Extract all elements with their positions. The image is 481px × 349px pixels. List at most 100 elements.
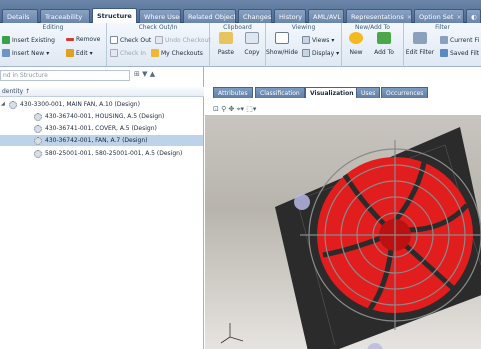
tab-history[interactable]: History — [274, 9, 306, 23]
subtab-attributes[interactable]: Attributes — [213, 87, 253, 98]
tab-details[interactable]: Details — [2, 9, 38, 23]
close-icon[interactable]: × — [407, 13, 411, 21]
tab-strip: Details Traceability Structure Where Use… — [0, 0, 481, 23]
paste-button[interactable]: Paste — [216, 32, 236, 56]
current-filter-button[interactable]: Current Fi — [440, 36, 479, 44]
show-hide-button[interactable]: Show/Hide — [266, 32, 298, 56]
tab-label: Traceability — [45, 13, 83, 21]
detail-pane: Attributes Classification Visualization … — [205, 67, 481, 349]
edit-button[interactable]: Edit ▾ — [66, 49, 93, 57]
3d-viewer[interactable] — [205, 115, 481, 349]
part-gear-icon — [34, 149, 42, 158]
tab-label: AML/AVL — [313, 13, 341, 21]
add-to-icon — [377, 32, 391, 44]
button-label: Views — [312, 36, 330, 44]
chevron-down-icon: ▾ — [336, 49, 340, 57]
button-label: Paste — [217, 49, 235, 56]
editing-group: Editing Insert Existing Remove Insert Ne… — [0, 23, 107, 67]
tab-aml-avl[interactable]: AML/AVL — [308, 9, 344, 23]
new-button[interactable]: New — [346, 32, 366, 56]
structure-search-input[interactable]: nd in Structure — [0, 70, 130, 81]
tab-structure[interactable]: Structure — [92, 8, 137, 23]
tree-node-label: 430-36740-001, HOUSING, A.5 (Design) — [45, 113, 165, 120]
tab-related-objects[interactable]: Related Objects — [183, 9, 236, 23]
button-label: My Checkouts — [161, 49, 203, 57]
show-hide-icon — [275, 32, 289, 44]
copy-icon — [245, 32, 259, 44]
copy-button[interactable]: Copy — [242, 32, 262, 56]
tree-node-main-fan[interactable]: ◢ 430-3300-001, MAIN FAN, A.10 (Design) — [1, 99, 203, 110]
group-title: Clipboard — [223, 24, 252, 31]
group-title: Filter — [435, 24, 450, 31]
chevron-down-icon: ▾ — [331, 36, 335, 44]
detail-subtabs: Attributes Classification Visualization … — [205, 87, 481, 98]
button-label: Check Out — [120, 36, 152, 44]
search-tools: ⊞ ▼ ▲ — [134, 70, 155, 78]
collapse-arrow-icon[interactable]: ◢ — [1, 99, 6, 110]
select-icon[interactable]: ⌖▾ — [237, 105, 244, 113]
tab-traceability[interactable]: Traceability — [40, 9, 90, 23]
button-label: Remove — [76, 36, 101, 43]
insert-existing-button[interactable]: Insert Existing — [2, 36, 55, 44]
structure-pane: nd in Structure ⊞ ▼ ▲ dentity ↑ ◢ 430-33… — [0, 67, 204, 349]
viewer-toolbar: ⊡ ⚲ ✥ ⌖▾ ⬚▾ — [213, 105, 256, 114]
add-to-button[interactable]: Add To — [372, 32, 396, 56]
subtab-classification[interactable]: Classification — [255, 87, 305, 98]
tab-where-used[interactable]: Where Used — [139, 9, 181, 23]
filter-group: Filter Edit Filter Current Fi Saved Filt — [404, 23, 481, 67]
measure-icon[interactable]: ⬚▾ — [246, 105, 256, 113]
tab-label: Structure — [97, 12, 132, 20]
my-checkouts-button[interactable]: My Checkouts — [151, 49, 203, 57]
button-label: Insert Existing — [12, 36, 55, 44]
tree-node-housing[interactable]: 430-36740-001, HOUSING, A.5 (Design) — [34, 111, 203, 122]
chevron-down-icon: ▾ — [89, 49, 93, 57]
edit-filter-button[interactable]: Edit Filter — [406, 32, 434, 56]
button-label: Saved Filt — [450, 49, 480, 57]
column-header-identity[interactable]: dentity ↑ — [0, 87, 204, 97]
filter-icon — [413, 32, 427, 44]
new-add-group: New/Add To New Add To — [342, 23, 404, 67]
button-label: Insert New — [12, 49, 45, 57]
subtab-occurrences[interactable]: Occurrences — [381, 87, 429, 98]
tab-overflow[interactable]: ◐ — [466, 9, 481, 23]
subtab-visualization[interactable]: Visualization — [305, 87, 359, 98]
button-label: Display — [312, 49, 335, 57]
subtab-uses[interactable]: Uses — [356, 87, 381, 98]
tree-node-cover[interactable]: 430-36741-001, COVER, A.5 (Design) — [34, 123, 203, 134]
remove-button[interactable]: Remove — [66, 36, 100, 43]
filter-down-icon[interactable]: ▼ — [142, 70, 147, 78]
saved-filter-button[interactable]: Saved Filt — [440, 49, 479, 57]
tab-changes[interactable]: Changes — [238, 9, 272, 23]
views-button[interactable]: Views ▾ — [302, 36, 334, 44]
part-gear-icon — [9, 100, 17, 109]
axis-triad — [220, 323, 244, 344]
checkout-group: Check Out/In Check Out Undo Checkout Che… — [107, 23, 211, 67]
tab-representations[interactable]: Representations × — [346, 9, 412, 23]
undo-checkout-button[interactable]: Undo Checkout — [155, 36, 211, 44]
insert-existing-icon — [2, 36, 10, 44]
zoom-icon[interactable]: ⚲ — [221, 105, 226, 113]
rotate-icon[interactable]: ✥ — [228, 105, 234, 113]
clipboard-group: Clipboard Paste Copy — [210, 23, 266, 67]
tree-node-fan[interactable]: 430-36742-001, FAN, A.7 (Design) — [0, 135, 203, 146]
tree-node-label: 430-3300-001, MAIN FAN, A.10 (Design) — [20, 101, 140, 108]
fit-view-icon[interactable]: ⊡ — [213, 105, 219, 113]
views-icon — [302, 36, 310, 44]
insert-new-button[interactable]: Insert New ▾ — [2, 49, 49, 57]
close-icon[interactable]: × — [456, 13, 461, 21]
tab-option-set[interactable]: Option Set × — [414, 9, 464, 23]
group-title: Check Out/In — [138, 24, 178, 31]
current-filter-icon — [440, 36, 448, 44]
check-out-button[interactable]: Check Out — [110, 36, 151, 44]
paste-icon — [219, 32, 233, 44]
check-in-button[interactable]: Check In — [110, 49, 146, 57]
button-label: Edit Filter — [405, 49, 435, 56]
find-icon[interactable]: ⊞ — [134, 70, 140, 78]
saved-filter-icon — [440, 49, 448, 57]
display-button[interactable]: Display ▾ — [302, 49, 339, 57]
tree-node-580[interactable]: 580-25001-001, 580-25001-001, A.5 (Desig… — [34, 148, 203, 159]
subtab-label: Uses — [361, 90, 376, 97]
up-arrow-icon[interactable]: ▲ — [150, 70, 155, 78]
tree-node-label: 580-25001-001, 580-25001-001, A.5 (Desig… — [45, 150, 183, 157]
group-title: New/Add To — [355, 24, 390, 31]
